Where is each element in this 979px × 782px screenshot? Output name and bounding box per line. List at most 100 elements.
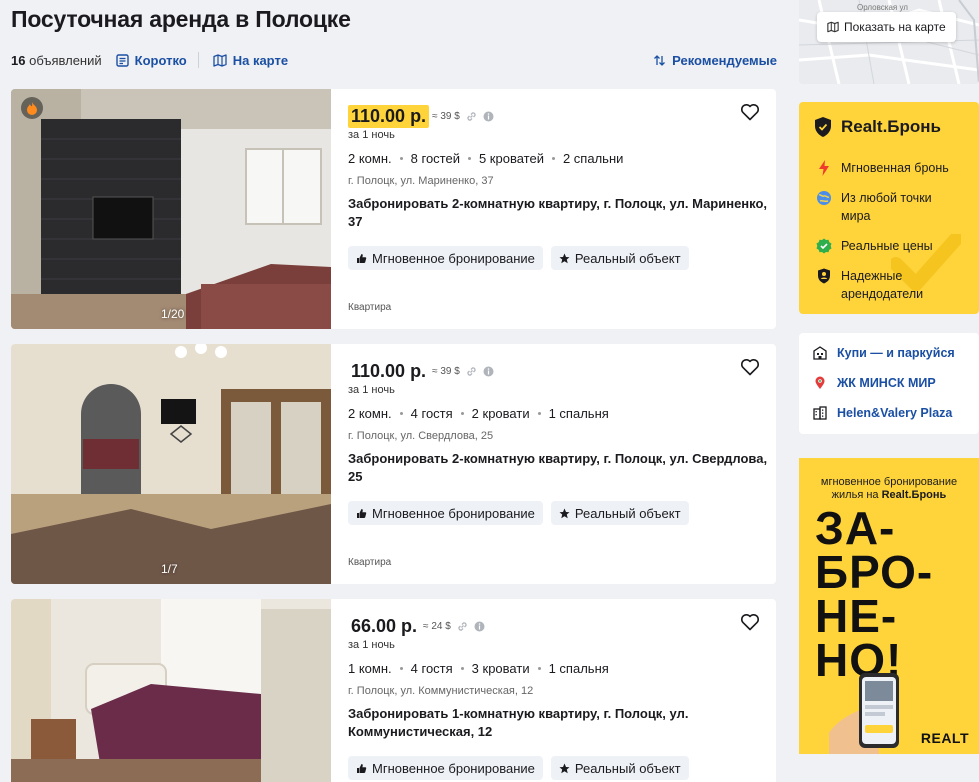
listing-address: г. Полоцк, ул. Мариненко, 37	[348, 175, 494, 187]
photo-counter: 1/20	[161, 307, 185, 321]
info-icon[interactable]	[474, 621, 485, 632]
listing-title-link[interactable]: Забронировать 2-комнатную квартиру, г. П…	[348, 450, 768, 486]
badge-label: Мгновенное бронирование	[372, 505, 535, 521]
show-on-map-button[interactable]: Показать на карте	[817, 12, 956, 42]
info-icon[interactable]	[483, 366, 494, 377]
ad-subtitle-line1: мгновенное бронирование	[820, 476, 958, 488]
instant-booking-badge: Мгновенное бронирование	[348, 756, 543, 780]
link-icon[interactable]	[466, 111, 477, 122]
listing-card[interactable]: 1/20 110.00 р. ≈ 39 $ за 1 ночь 2 комн. …	[11, 89, 776, 329]
realt-bron-title: Realt.Бронь	[813, 116, 941, 138]
spec-bedrooms: 2 спальни	[562, 151, 624, 166]
promo-link-parking[interactable]: Купи — и паркуйся	[813, 346, 955, 360]
listing-address: г. Полоцк, ул. Коммунистическая, 12	[348, 685, 534, 697]
pin-icon	[815, 376, 825, 389]
realt-feature-item: Мгновенная бронь	[815, 159, 949, 177]
spec-rooms: 2 комн.	[348, 151, 392, 166]
map-icon	[213, 53, 227, 67]
building-icon	[813, 346, 827, 360]
real-object-badge: Реальный объект	[550, 246, 689, 270]
listing-info: 110.00 р. ≈ 39 $ за 1 ночь 2 комн. 4 гос…	[348, 344, 767, 584]
results-count-label: объявлений	[29, 52, 102, 68]
promo-links: Купи — и паркуйся ЖК МИНСК МИР Helen&Val…	[799, 333, 979, 434]
listing-info: 66.00 р. ≈ 24 $ за 1 ночь 1 комн. 4 гост…	[348, 599, 764, 782]
realt-bron-promo[interactable]: Realt.Бронь Мгновенная бронь Из любой то…	[799, 102, 979, 314]
listing-title-link[interactable]: Забронировать 1-комнатную квартиру, г. П…	[348, 705, 768, 741]
listing-price-usd: ≈ 24 $	[423, 621, 451, 632]
tower-icon	[813, 406, 827, 420]
listing-specs: 2 комн. 8 гостей 5 кроватей 2 спальни	[348, 151, 623, 166]
show-on-map-label: Показать на карте	[844, 20, 946, 34]
sort-dropdown[interactable]: Рекомендуемые	[653, 53, 777, 68]
listing-specs: 1 комн. 4 гостя 3 кровати 1 спальня	[348, 661, 609, 676]
listing-specs: 2 комн. 4 гостя 2 кровати 1 спальня	[348, 406, 609, 421]
favorite-heart-icon[interactable]	[740, 613, 760, 631]
listing-photo[interactable]: 1/20	[11, 89, 331, 329]
spec-guests: 4 гостя	[410, 406, 453, 421]
spec-guests: 4 гостя	[410, 661, 453, 676]
sort-label: Рекомендуемые	[672, 52, 777, 68]
star-icon	[559, 508, 570, 518]
info-icon[interactable]	[483, 111, 494, 122]
listing-price-usd: ≈ 39 $	[432, 366, 460, 377]
price-period: за 1 ночь	[348, 639, 395, 651]
real-object-badge: Реальный объект	[550, 756, 689, 780]
spec-beds: 5 кроватей	[478, 151, 544, 166]
listing-card[interactable]: 1/7 110.00 р. ≈ 39 $ за 1 ночь 2 комн. 4…	[11, 344, 776, 584]
realt-feature-text: Из любой точки мира	[841, 191, 932, 223]
link-icon[interactable]	[466, 366, 477, 377]
map-street-label: Орловская ул	[857, 3, 908, 12]
spec-bedrooms: 1 спальня	[548, 661, 609, 676]
listing-info: 110.00 р. ≈ 39 $ за 1 ночь 2 комн. 8 гос…	[348, 89, 767, 329]
realt-feature-text: Мгновенная бронь	[841, 161, 949, 175]
listing-price: 110.00 р.	[351, 361, 427, 381]
badge-label: Реальный объект	[574, 760, 681, 776]
lightning-icon	[819, 160, 829, 176]
promo-link-minsk-mir[interactable]: ЖК МИНСК МИР	[813, 376, 936, 390]
toolbar-divider	[197, 52, 199, 68]
listing-price-usd: ≈ 39 $	[432, 111, 460, 122]
results-count-number: 16	[11, 52, 26, 68]
hand-phone-illustration	[829, 673, 899, 754]
shield-check-icon	[815, 117, 831, 137]
map-preview[interactable]: Орловская ул Показать на карте	[799, 0, 979, 84]
listing-photo[interactable]	[11, 599, 331, 782]
results-count: 16 объявлений	[11, 53, 102, 68]
spec-guests: 8 гостей	[410, 151, 460, 166]
realt-bron-ad-banner[interactable]: мгновенное бронирование жилья на Realt.Б…	[799, 458, 979, 754]
favorite-heart-icon[interactable]	[740, 358, 760, 376]
promo-link-helen-valery[interactable]: Helen&Valery Plaza	[813, 406, 952, 420]
promo-link-label: ЖК МИНСК МИР	[837, 376, 936, 390]
ad-headline-line: ЗА-	[815, 502, 896, 554]
ad-headline: ЗА- БРО- НЕ- НО!	[815, 502, 933, 683]
ad-headline-line: НЕ-	[815, 590, 898, 642]
badge-label: Мгновенное бронирование	[372, 760, 535, 776]
realt-feature-item: Реальные цены	[815, 237, 933, 255]
listing-photo[interactable]: 1/7	[11, 344, 331, 584]
realt-feature-text: Надежные арендодатели	[841, 269, 924, 301]
link-icon[interactable]	[457, 621, 468, 632]
thumbs-up-icon	[357, 763, 367, 773]
check-icon	[816, 238, 832, 254]
listing-title-link[interactable]: Забронировать 2-комнатную квартиру, г. П…	[348, 195, 768, 231]
favorite-heart-icon[interactable]	[740, 103, 760, 121]
price-row: 110.00 р. ≈ 39 $	[348, 360, 494, 383]
price-row: 110.00 р. ≈ 39 $	[348, 105, 494, 128]
sort-icon	[654, 54, 666, 66]
promo-link-label: Купи — и паркуйся	[837, 346, 955, 360]
price-period: за 1 ночь	[348, 129, 395, 141]
listing-price: 66.00 р.	[351, 616, 418, 636]
spec-rooms: 1 комн.	[348, 661, 392, 676]
realt-logo: REALT	[920, 730, 969, 746]
map-view-button[interactable]: На карте	[213, 53, 288, 68]
listing-card[interactable]: 66.00 р. ≈ 24 $ за 1 ночь 1 комн. 4 гост…	[11, 599, 776, 782]
instant-booking-badge: Мгновенное бронирование	[348, 501, 543, 525]
listing-type: Квартира	[348, 302, 392, 313]
realt-feature-text: Реальные цены	[841, 239, 933, 253]
short-view-button[interactable]: Коротко	[115, 53, 187, 68]
photo-counter: 1/7	[161, 562, 178, 576]
map-icon	[827, 21, 839, 33]
listing-badges: Мгновенное бронирование Реальный объект	[348, 246, 697, 270]
map-view-label: На карте	[232, 52, 289, 68]
spec-beds: 2 кровати	[471, 406, 530, 421]
